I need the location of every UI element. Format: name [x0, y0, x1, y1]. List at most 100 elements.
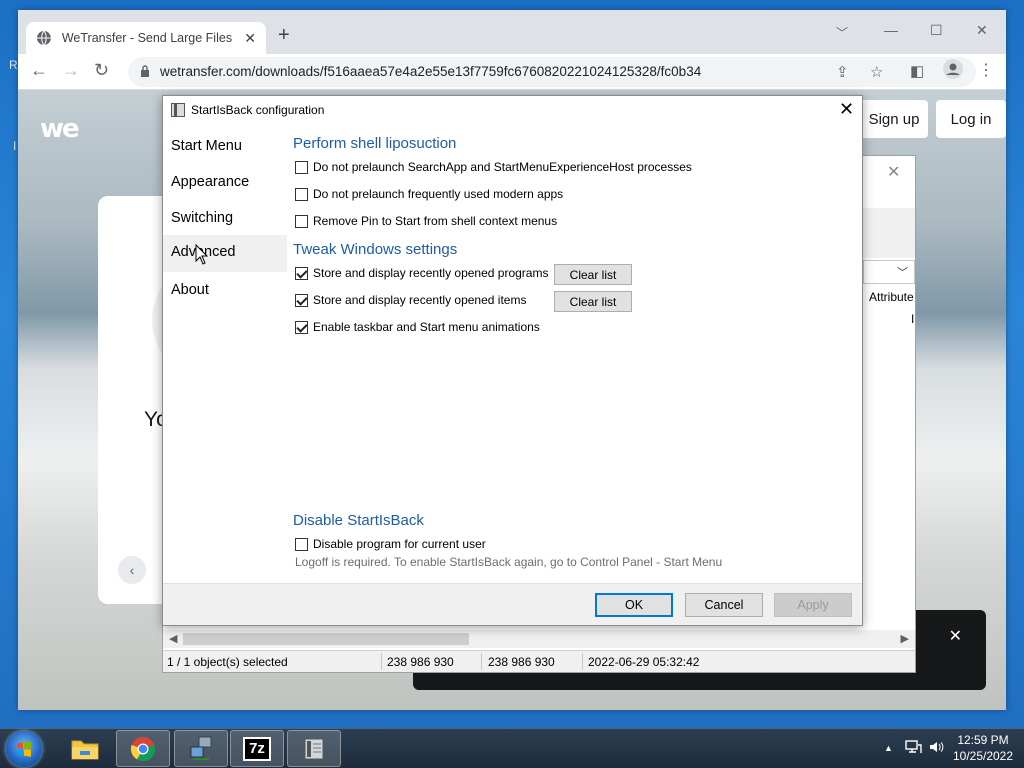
taskbar-7zip[interactable]: 7z: [230, 730, 284, 767]
option-recent-items[interactable]: Store and display recently opened items: [295, 293, 526, 307]
network-computer-icon: [190, 736, 212, 760]
taskbar-network-app[interactable]: [174, 730, 228, 767]
dialog-titlebar[interactable]: StartIsBack configuration ✕: [163, 96, 862, 124]
menu-kebab-icon[interactable]: ⋮: [978, 60, 994, 80]
scroll-thumb[interactable]: [183, 633, 469, 645]
globe-icon: [36, 30, 51, 46]
url-text[interactable]: wetransfer.com/downloads/f516aaea57e4a2e…: [160, 64, 701, 79]
option-remove-pin-to-start[interactable]: Remove Pin to Start from shell context m…: [295, 214, 557, 228]
option-disable-program[interactable]: Disable program for current user: [295, 537, 486, 551]
maximize-icon[interactable]: ☐: [930, 22, 943, 39]
cancel-button[interactable]: Cancel: [685, 593, 763, 617]
nav-switching[interactable]: Switching: [163, 201, 287, 237]
scroll-left-icon[interactable]: ◀: [169, 632, 177, 645]
login-button[interactable]: Log in: [936, 100, 1006, 138]
back-arrow-icon[interactable]: ←: [30, 60, 48, 81]
checkbox[interactable]: [295, 266, 308, 280]
ok-button[interactable]: OK: [595, 593, 673, 617]
tab-title: WeTransfer - Send Large Files &: [61, 31, 233, 45]
status-separator: [582, 653, 583, 670]
option-label: Store and display recently opened items: [313, 293, 527, 307]
option-no-prelaunch-modern-apps[interactable]: Do not prelaunch frequently used modern …: [295, 187, 563, 201]
desktop-icon-label[interactable]: I: [13, 139, 16, 153]
system-clock[interactable]: 12:59 PM 10/25/2022: [948, 732, 1018, 764]
checkbox[interactable]: [295, 187, 308, 201]
startisback-dialog: StartIsBack configuration ✕ Start Menu A…: [162, 95, 863, 626]
option-label: Do not prelaunch SearchApp and StartMenu…: [313, 160, 692, 174]
section-heading-tweak: Tweak Windows settings: [293, 241, 458, 258]
option-no-prelaunch-searchapp[interactable]: Do not prelaunch SearchApp and StartMenu…: [295, 160, 692, 174]
advanced-settings: Perform shell liposuction Do not prelaun…: [293, 129, 853, 577]
profile-avatar-icon[interactable]: [943, 59, 963, 84]
share-icon[interactable]: ⇪: [836, 63, 849, 81]
side-panel-icon[interactable]: ◧: [910, 62, 924, 80]
startisback-app-icon: [304, 738, 324, 759]
browser-tab[interactable]: WeTransfer - Send Large Files & ✕: [26, 22, 266, 54]
clock-time: 12:59 PM: [957, 733, 1009, 747]
option-label: Store and display recently opened progra…: [313, 266, 549, 280]
card-back-icon[interactable]: ‹: [118, 556, 146, 584]
mouse-cursor-icon: [195, 244, 209, 265]
minimize-icon[interactable]: —: [884, 22, 898, 38]
banner-close-icon[interactable]: ✕: [949, 626, 962, 646]
address-bar[interactable]: wetransfer.com/downloads/f516aaea57e4a2e…: [128, 57, 976, 87]
taskbar-chrome[interactable]: [116, 730, 170, 767]
chrome-icon: [130, 736, 156, 761]
close-window-icon[interactable]: ✕: [976, 22, 988, 39]
checkbox[interactable]: [295, 537, 308, 551]
bookmark-star-icon[interactable]: ☆: [870, 63, 883, 81]
app-icon: [171, 103, 185, 117]
tab-close-icon[interactable]: ✕: [244, 30, 256, 47]
taskbar-startisback[interactable]: [287, 730, 341, 767]
checkbox[interactable]: [295, 214, 308, 228]
status-modified: 2022-06-29 05:32:42: [588, 655, 700, 669]
option-recent-programs[interactable]: Store and display recently opened progra…: [295, 266, 548, 280]
archive-close-icon[interactable]: ✕: [887, 162, 900, 182]
reload-icon[interactable]: ↻: [94, 60, 109, 81]
column-header-attribute[interactable]: Attribute: [869, 290, 914, 304]
status-separator: [481, 653, 482, 670]
clear-list-items-button[interactable]: Clear list: [554, 291, 632, 312]
taskbar: 7z ▲ 12:59 PM 10/25/2022: [0, 728, 1024, 768]
clock-date: 10/25/2022: [952, 749, 1014, 763]
forward-arrow-icon[interactable]: →: [62, 60, 80, 81]
nav-advanced[interactable]: Advanced: [163, 235, 287, 272]
scroll-right-icon[interactable]: ▶: [901, 632, 909, 645]
tab-strip: WeTransfer - Send Large Files & ✕ + ﹀ — …: [18, 10, 1006, 54]
checkbox[interactable]: [295, 320, 308, 334]
dialog-close-icon[interactable]: ✕: [839, 99, 854, 120]
tab-search-chevron-icon[interactable]: ﹀: [836, 24, 848, 41]
signup-button[interactable]: Sign up: [860, 100, 928, 138]
option-animations[interactable]: Enable taskbar and Start menu animations: [295, 320, 540, 334]
horizontal-scrollbar[interactable]: ◀ ▶: [163, 630, 915, 648]
taskbar-file-explorer[interactable]: [58, 730, 112, 767]
status-bar: 1 / 1 object(s) selected 238 986 930 238…: [163, 650, 915, 672]
dialog-title: StartIsBack configuration: [191, 103, 325, 117]
nav-about[interactable]: About: [163, 273, 287, 309]
option-label: Remove Pin to Start from shell context m…: [313, 214, 558, 228]
desktop-icon-label[interactable]: R: [9, 58, 18, 72]
chevron-down-icon: ﹀: [897, 267, 908, 279]
network-tray-icon[interactable]: [904, 739, 922, 758]
windows-flag-icon: [17, 741, 31, 757]
checkbox[interactable]: [295, 293, 308, 307]
clear-list-programs-button[interactable]: Clear list: [554, 264, 632, 285]
nav-appearance[interactable]: Appearance: [163, 165, 287, 201]
lock-icon[interactable]: [140, 65, 150, 77]
wetransfer-logo[interactable]: we: [40, 114, 80, 144]
option-label: Do not prelaunch frequently used modern …: [313, 187, 564, 201]
status-separator: [381, 653, 382, 670]
new-tab-plus-icon[interactable]: +: [278, 24, 290, 47]
option-label: Disable program for current user: [313, 537, 486, 551]
status-selection: 1 / 1 object(s) selected: [167, 655, 288, 669]
volume-tray-icon[interactable]: [928, 739, 944, 758]
tray-overflow-icon[interactable]: ▲: [884, 743, 893, 753]
path-dropdown[interactable]: ﹀: [863, 260, 915, 284]
nav-start-menu[interactable]: Start Menu: [163, 129, 287, 165]
section-heading-disable: Disable StartIsBack: [293, 512, 424, 529]
start-button[interactable]: [6, 731, 42, 767]
column-cell: I: [911, 312, 915, 326]
checkbox[interactable]: [295, 160, 308, 174]
apply-button[interactable]: Apply: [774, 593, 852, 617]
option-label: Enable taskbar and Start menu animations: [313, 320, 540, 334]
